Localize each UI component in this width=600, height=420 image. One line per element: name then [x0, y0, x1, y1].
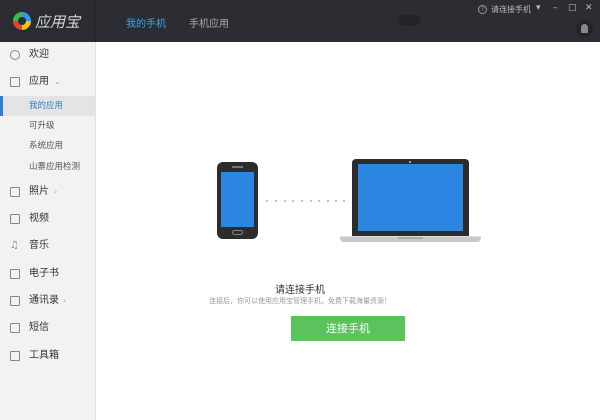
book-icon	[10, 269, 20, 279]
video-icon	[10, 214, 20, 224]
connect-title: 请连接手机	[275, 285, 325, 296]
sidebar-item-system-apps[interactable]: 系统应用	[0, 136, 95, 156]
chevron-down-icon: ⌄	[54, 77, 61, 86]
laptop-base	[340, 236, 481, 242]
sidebar-item-videos[interactable]: 视频	[0, 209, 95, 229]
chevron-right-icon: ›	[54, 187, 58, 196]
label: 欢迎	[29, 49, 49, 60]
help-icon[interactable]: ?	[478, 5, 487, 14]
microphone-icon[interactable]	[398, 15, 420, 26]
grid-icon	[10, 77, 20, 87]
app-name: 应用宝	[35, 13, 81, 31]
sidebar-item-apps[interactable]: 应用 ⌄	[0, 72, 95, 92]
label: 应用	[29, 76, 49, 87]
sidebar-item-toolbox[interactable]: 工具箱	[0, 346, 95, 366]
sidebar-item-welcome[interactable]: 欢迎	[0, 45, 95, 65]
close-button[interactable]: ✕	[585, 3, 593, 13]
label: 照片	[29, 186, 49, 197]
logo: 应用宝	[0, 0, 96, 42]
music-icon: ♫	[10, 240, 19, 251]
sidebar-item-sms[interactable]: 短信	[0, 318, 95, 338]
label: 短信	[29, 322, 49, 333]
minimize-button[interactable]: –	[553, 3, 558, 13]
avatar[interactable]	[576, 20, 593, 37]
tab-phone-apps[interactable]: 手机应用	[189, 15, 229, 30]
menu-icon[interactable]: ▾	[536, 3, 541, 13]
sidebar-item-my-apps[interactable]: 我的应用	[0, 96, 95, 116]
connection-status[interactable]: 请连接手机	[491, 4, 531, 15]
label: 视频	[29, 213, 49, 224]
sidebar-item-photos[interactable]: 照片 ›	[0, 182, 95, 202]
label: 工具箱	[29, 350, 59, 361]
connect-description: 连接后，你可以使用应用宝管理手机，免费下载海量资源！	[209, 297, 391, 305]
connect-phone-button[interactable]: 连接手机	[291, 316, 405, 341]
phone-illustration	[217, 162, 258, 239]
image-icon	[10, 187, 20, 197]
logo-icon	[13, 12, 31, 30]
title-bar: 应用宝 我的手机 手机应用 ? 请连接手机 ▾ – □ ✕	[0, 0, 600, 42]
welcome-icon	[10, 50, 20, 60]
sidebar-item-upgradable[interactable]: 可升级	[0, 116, 95, 136]
laptop-illustration	[352, 159, 469, 236]
sidebar-item-fake-app-check[interactable]: 山寨应用检测	[0, 157, 95, 177]
maximize-button[interactable]: □	[568, 3, 577, 13]
message-icon	[10, 323, 20, 333]
toolbox-icon	[10, 351, 20, 361]
tab-my-phone[interactable]: 我的手机	[126, 15, 166, 30]
label: 音乐	[29, 240, 49, 251]
sidebar-item-music[interactable]: ♫ 音乐	[0, 236, 95, 256]
sidebar: 欢迎 应用 ⌄ 我的应用 可升级 系统应用 山寨应用检测 照片 › 视频 ♫ 音乐 电…	[0, 42, 96, 420]
